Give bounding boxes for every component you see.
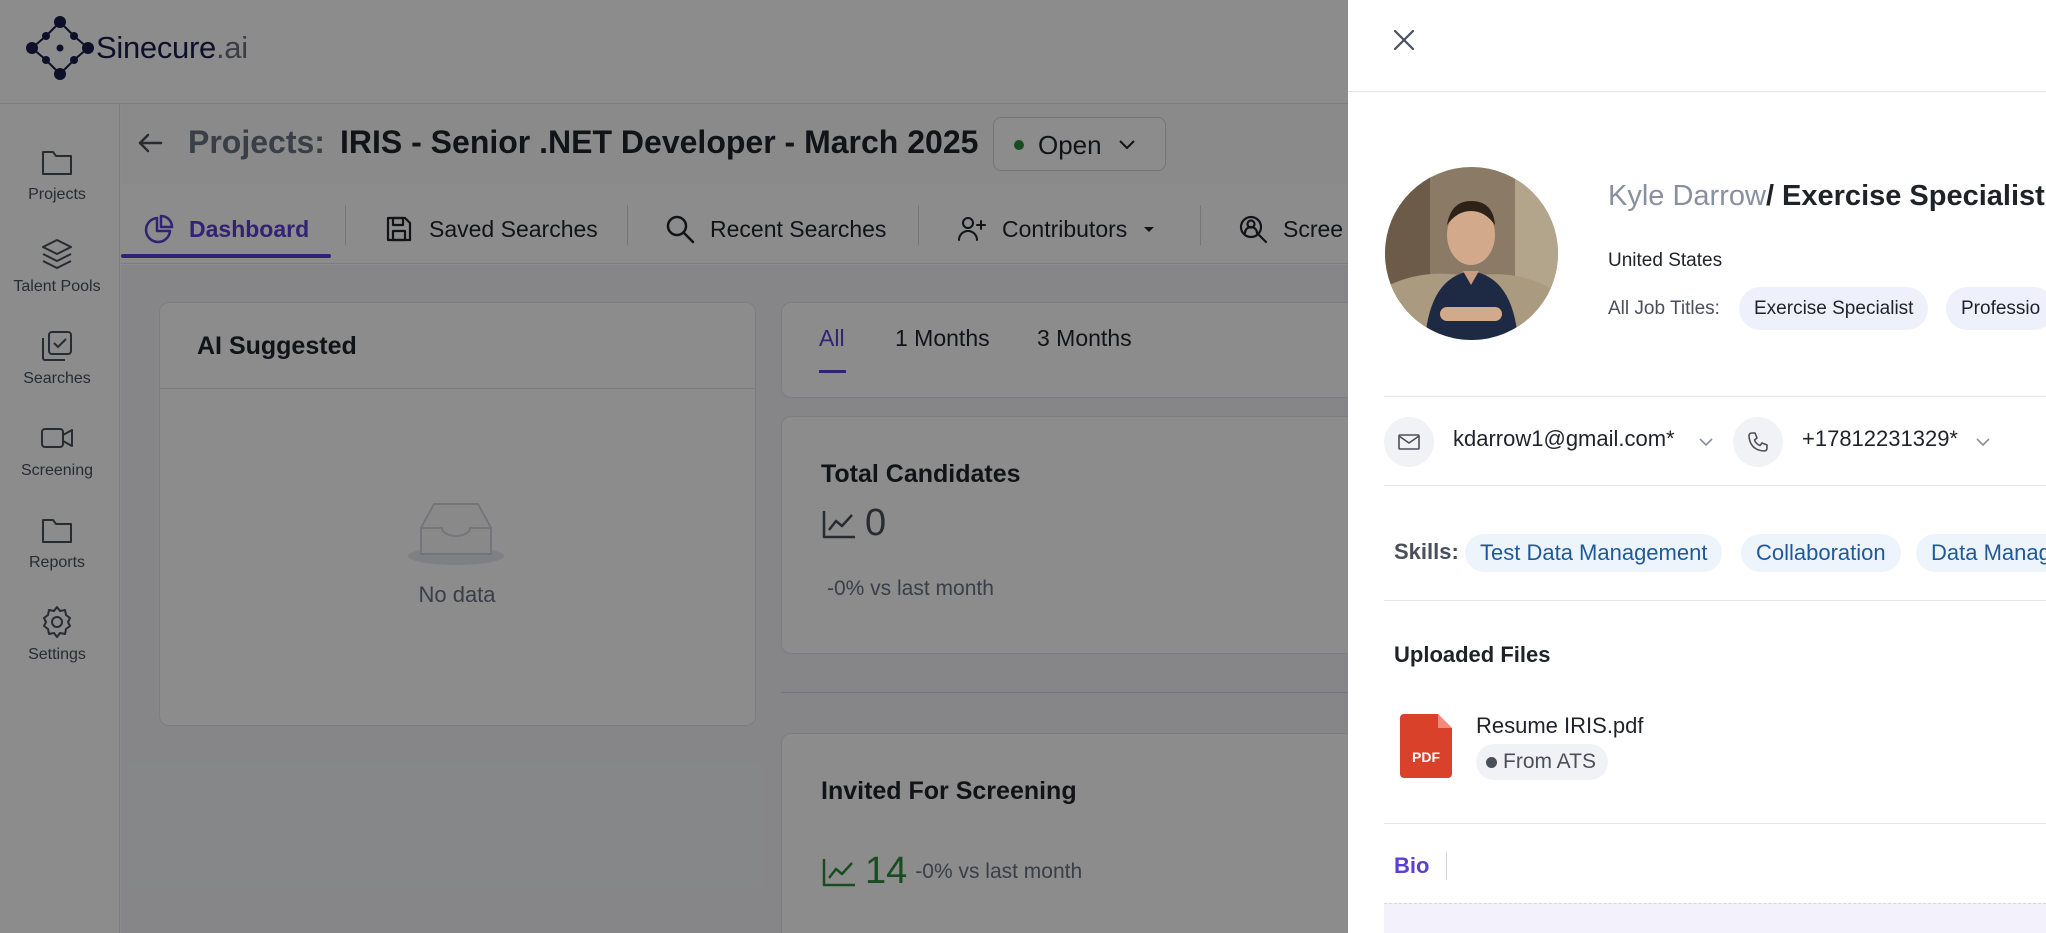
job-title-chip: Exercise Specialist <box>1739 287 1929 330</box>
candidate-role: / Exercise Specialist <box>1765 180 2045 212</box>
mail-icon <box>1398 434 1420 450</box>
pdf-label: PDF <box>1412 749 1440 765</box>
skill-chip: Collaboration <box>1741 534 1901 572</box>
source-dot-icon <box>1486 756 1497 768</box>
tab-bio[interactable]: Bio <box>1394 853 1429 879</box>
file-name[interactable]: Resume IRIS.pdf <box>1476 713 1644 739</box>
skills-label: Skills: <box>1394 539 1459 564</box>
chevron-down-icon[interactable] <box>1697 433 1715 451</box>
section-divider <box>1384 600 2046 601</box>
close-icon[interactable] <box>1390 26 1418 54</box>
candidate-name[interactable]: Kyle Darrow <box>1608 180 1766 212</box>
avatar <box>1385 167 1558 340</box>
bio-panel <box>1384 903 2046 933</box>
job-title-chip: Professio <box>1946 287 2046 330</box>
candidate-headline: Kyle Darrow/ Exercise Specialist <box>1608 180 2045 213</box>
file-source-label: From ATS <box>1503 750 1596 773</box>
phone-icon-badge <box>1733 417 1783 467</box>
phone-value[interactable]: +17812231329* <box>1802 426 1958 452</box>
section-divider <box>1384 396 2046 397</box>
uploaded-files-title: Uploaded Files <box>1394 642 1551 667</box>
candidate-location: United States <box>1608 250 1723 271</box>
skill-chip: Data Manag <box>1916 534 2046 572</box>
email-icon-badge <box>1384 417 1434 467</box>
job-titles-label: All Job Titles: <box>1608 298 1720 319</box>
drawer-header-divider <box>1348 91 2046 92</box>
modal-backdrop[interactable] <box>0 0 1348 933</box>
phone-icon <box>1748 432 1768 452</box>
chevron-down-icon[interactable] <box>1974 433 1992 451</box>
skill-chip: Test Data Management <box>1465 534 1723 572</box>
email-value[interactable]: kdarrow1@gmail.com* <box>1453 426 1675 452</box>
section-divider <box>1384 485 2046 486</box>
section-divider <box>1384 823 2046 824</box>
tab-divider <box>1446 852 1447 880</box>
file-source-tag: From ATS <box>1476 744 1608 780</box>
candidate-drawer <box>1348 0 2046 933</box>
pdf-file-icon[interactable]: PDF <box>1400 714 1452 778</box>
